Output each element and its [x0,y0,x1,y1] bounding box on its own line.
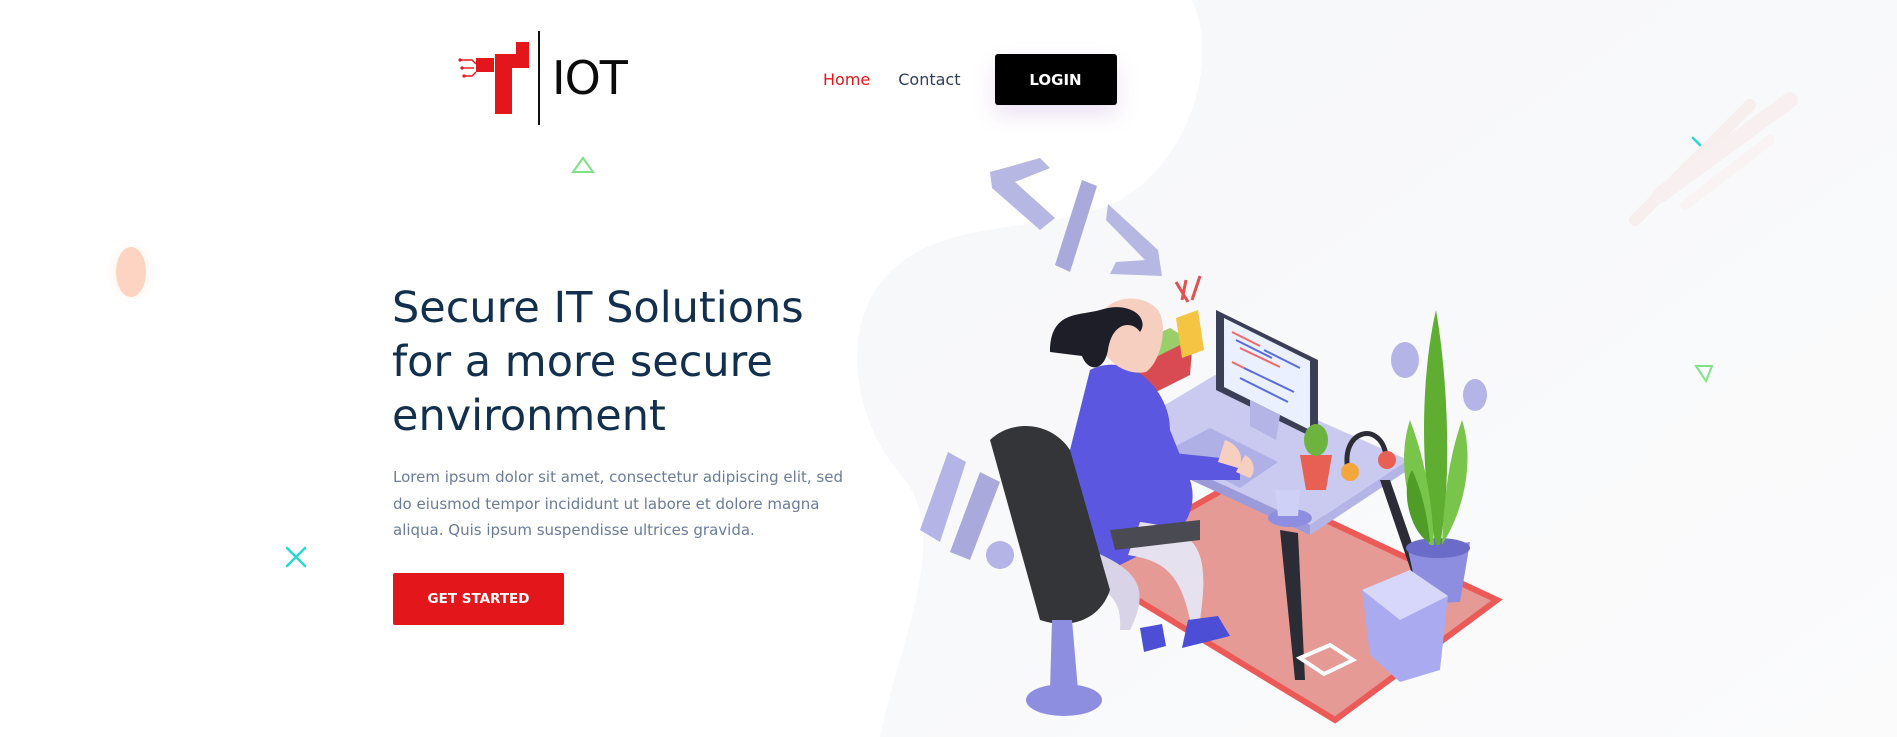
developer-desk-illustration [920,158,1503,724]
brand-logo[interactable]: IOT [458,30,658,126]
logo-divider [538,31,540,125]
triangle-icon [571,156,595,173]
nav-link-home[interactable]: Home [823,55,870,105]
nav-link-contact[interactable]: Contact [898,55,960,105]
main-nav: Home Contact LOGIN [823,54,1117,105]
diagonal-stripes-decoration [1629,92,1798,226]
cross-icon [285,546,307,568]
brand-name: IOT [552,51,628,105]
get-started-button[interactable]: GET STARTED [393,573,564,625]
login-button[interactable]: LOGIN [994,54,1117,105]
hero-title: Secure IT Solutions for a more secure en… [392,283,804,441]
triangle-icon [1694,365,1714,384]
pink-oval-decoration [106,240,156,304]
code-brackets-icon [990,158,1162,276]
iot-logo-icon [458,38,530,118]
hero-description: Lorem ipsum dolor sit amet, consectetur … [393,468,843,539]
